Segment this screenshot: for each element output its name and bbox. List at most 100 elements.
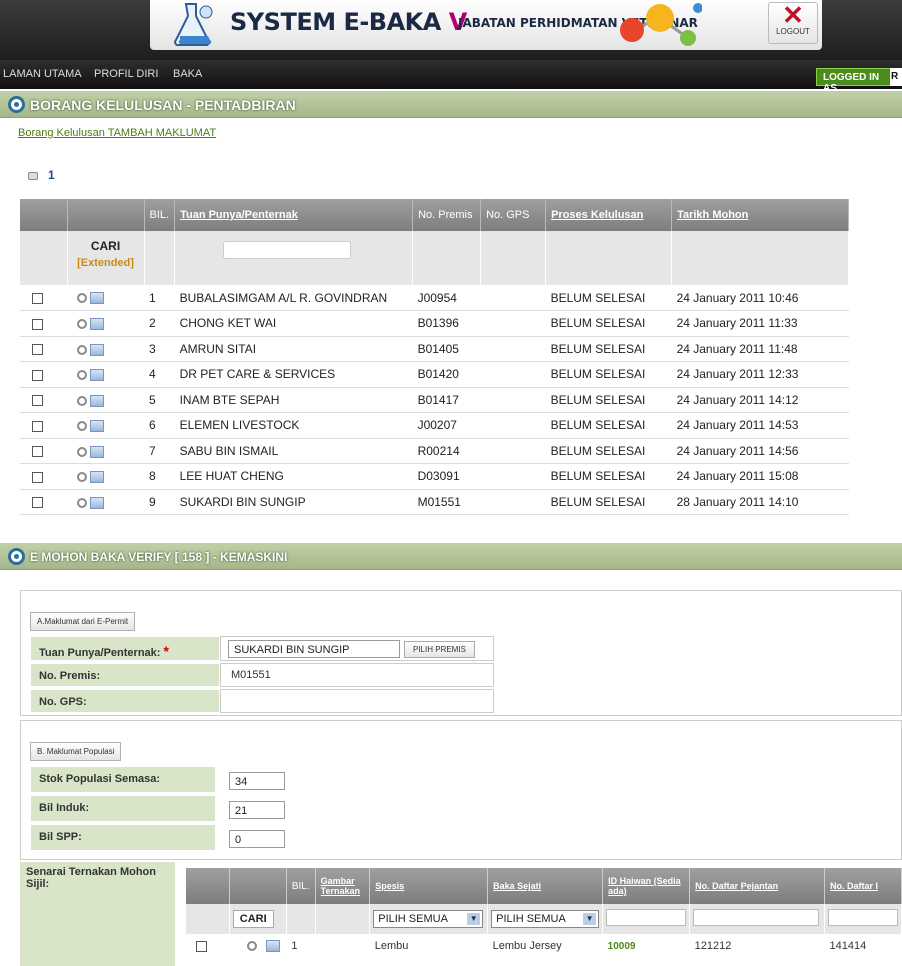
edit-icon[interactable] — [266, 940, 281, 953]
senarai-label: Senarai Ternakan Mohon Sijil: — [20, 862, 175, 966]
ternakan-table: BIL. Gambar Ternakan Spesis Baka Sejati … — [186, 868, 902, 958]
search-icon[interactable] — [77, 446, 87, 457]
table-row[interactable]: 8 LEE HUAT CHENG D03091 BELUM SELESAI 24 Jan… — [20, 463, 849, 490]
owner-search-input[interactable] — [223, 241, 352, 259]
row-premis: R00214 — [412, 438, 481, 464]
row-status: BELUM SELESAI — [545, 336, 672, 362]
required-marker: * — [163, 643, 169, 659]
refresh-icon[interactable] — [28, 171, 38, 180]
row-premis: B01420 — [412, 361, 481, 388]
edit-icon[interactable] — [90, 496, 104, 509]
edit-icon[interactable] — [90, 369, 104, 382]
row-gps — [480, 489, 546, 515]
row-checkbox[interactable] — [32, 344, 43, 356]
owner-input[interactable]: SUKARDI BIN SUNGIP — [228, 640, 400, 658]
table-row[interactable]: 5 INAM BTE SEPAH B01417 BELUM SELESAI 24 Jan… — [20, 387, 849, 413]
row-id-haiwan[interactable]: 10009 — [603, 934, 690, 958]
edit-icon[interactable] — [90, 394, 104, 407]
row-owner: LEE HUAT CHENG — [174, 463, 413, 490]
edit-icon[interactable] — [90, 445, 104, 458]
nav-baka[interactable]: BAKA — [173, 68, 202, 80]
tab-maklumat-epermit[interactable]: A.Maklumat dari E-Permit — [30, 612, 136, 631]
edit-icon[interactable] — [90, 343, 104, 356]
search-icon[interactable] — [77, 344, 87, 355]
table-row[interactable]: 7 SABU BIN ISMAIL R00214 BELUM SELESAI 24 Ja… — [20, 438, 849, 464]
tab-maklumat-populasi[interactable]: B. Maklumat Populasi — [30, 742, 122, 761]
table-row[interactable]: 6 ELEMEN LIVESTOCK J00207 BELUM SELESAI 24 J… — [20, 412, 849, 439]
search-icon[interactable] — [247, 941, 258, 952]
pilih-premis-button[interactable]: PILIH PREMIS — [404, 641, 475, 658]
col-owner[interactable]: Tuan Punya/Penternak — [174, 199, 414, 231]
logout-button[interactable]: ✕ LOGOUT — [768, 2, 818, 44]
spp-input[interactable]: 0 — [229, 830, 285, 848]
pejantan-filter[interactable] — [693, 909, 820, 926]
edit-icon[interactable] — [90, 292, 104, 305]
id-haiwan-filter[interactable] — [606, 909, 687, 926]
col2-id-haiwan[interactable]: ID Haiwan (Sedia ada) — [602, 868, 691, 904]
search-icon[interactable] — [77, 293, 87, 304]
row-actions — [67, 336, 144, 362]
baka-select[interactable]: PILIH SEMUA ▼ — [491, 910, 600, 928]
kelulusan-table: BIL. Tuan Punya/Penternak No. Premis No.… — [20, 199, 849, 515]
row-bil: 1 — [291, 940, 298, 952]
col-tarikh[interactable]: Tarikh Mohon — [671, 199, 849, 231]
filter-search: CARI — [229, 904, 287, 934]
col2-gambar[interactable]: Gambar Ternakan — [315, 868, 371, 904]
row-date: 24 January 2011 14:12 — [671, 387, 849, 413]
row-checkbox-cell — [20, 310, 67, 337]
daftar-filter[interactable] — [828, 909, 898, 926]
row-checkbox[interactable] — [32, 292, 43, 304]
row-premis: J00207 — [412, 412, 481, 439]
row-checkbox[interactable] — [32, 369, 43, 381]
row-checkbox[interactable] — [32, 446, 43, 458]
row-checkbox[interactable] — [32, 318, 43, 330]
edit-icon[interactable] — [90, 420, 104, 433]
search-icon[interactable] — [77, 497, 87, 508]
extended-link[interactable]: [Extended] — [72, 257, 140, 269]
search-icon[interactable] — [77, 370, 87, 381]
induk-input[interactable]: 21 — [229, 801, 285, 819]
flask-logo-icon — [174, 3, 213, 46]
row-checkbox[interactable] — [32, 420, 43, 432]
row-bil: 3 — [144, 336, 175, 362]
col2-pejantan[interactable]: No. Daftar Pejantan — [689, 868, 825, 904]
table-row[interactable]: 9 SUKARDI BIN SUNGIP M01551 BELUM SELESAI 28… — [20, 489, 849, 515]
row-checkbox[interactable] — [32, 471, 43, 483]
col2-daftar[interactable]: No. Daftar I — [824, 868, 902, 904]
row-gps — [480, 361, 546, 388]
row-actions — [67, 438, 144, 464]
table-row[interactable]: 4 DR PET CARE & SERVICES B01420 BELUM SELES… — [20, 361, 849, 388]
row-premis: B01405 — [412, 336, 481, 362]
page-number[interactable]: 1 — [48, 168, 55, 182]
row-checkbox[interactable] — [32, 395, 43, 407]
row-date: 24 January 2011 14:56 — [671, 438, 849, 464]
col2-baka[interactable]: Baka Sejati — [487, 868, 604, 904]
search-icon[interactable] — [77, 319, 87, 330]
table-row[interactable]: 2 CHONG KET WAI B01396 BELUM SELESAI 24 Janu… — [20, 310, 849, 337]
nav-laman-utama[interactable]: LAMAN UTAMA — [3, 68, 82, 80]
search-icon[interactable] — [77, 472, 87, 483]
col-proses[interactable]: Proses Kelulusan — [545, 199, 673, 231]
row-checkbox[interactable] — [32, 497, 43, 509]
search-icon[interactable] — [77, 395, 87, 406]
table-row[interactable]: 1 BUBALASIMGAM A/L R. GOVINDRAN J00954 BELU… — [20, 285, 849, 311]
edit-icon[interactable] — [90, 471, 104, 484]
edit-icon[interactable] — [90, 318, 104, 331]
search-icon[interactable] — [77, 421, 87, 432]
spesis-select[interactable]: PILIH SEMUA ▼ — [373, 910, 484, 928]
col2-spesis[interactable]: Spesis — [369, 868, 489, 904]
cari-button[interactable]: CARI — [72, 239, 140, 253]
nav-profil-diri[interactable]: PROFIL DIRI — [94, 68, 158, 80]
row-premis: B01396 — [412, 310, 481, 337]
borang-kelulusan-link[interactable]: Borang Kelulusan TAMBAH MAKLUMAT — [18, 127, 216, 139]
row-baka: Lembu Jersey — [492, 940, 562, 952]
row-checkbox-cell — [20, 336, 67, 362]
filter-empty — [412, 231, 482, 285]
row-gambar — [315, 934, 370, 958]
table-row[interactable]: 3 AMRUN SITAI B01405 BELUM SELESAI 24 Januar… — [20, 336, 849, 362]
filter-empty — [315, 904, 371, 934]
stok-input[interactable]: 34 — [229, 772, 285, 790]
row-pejantan: 121212 — [694, 940, 732, 952]
cari-button-2[interactable]: CARI — [232, 910, 274, 928]
row-checkbox[interactable] — [196, 940, 207, 952]
